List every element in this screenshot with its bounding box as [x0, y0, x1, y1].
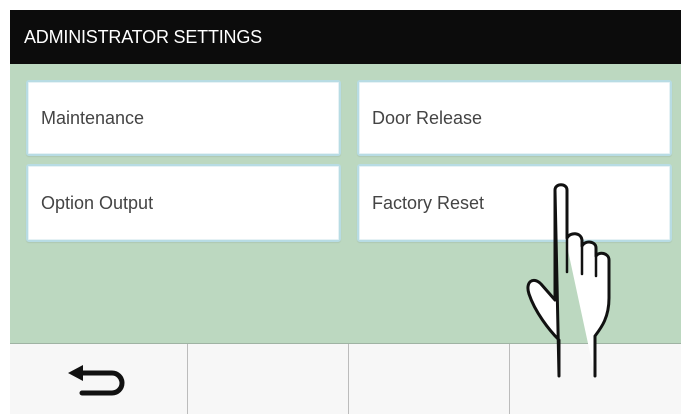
soft-key-4[interactable]: [510, 344, 681, 414]
option-output-button[interactable]: Option Output: [26, 164, 341, 242]
factory-reset-button[interactable]: Factory Reset: [357, 164, 672, 242]
back-arrow-icon: [66, 364, 132, 403]
soft-key-2[interactable]: [188, 344, 349, 414]
back-button[interactable]: [10, 344, 188, 414]
door-release-button[interactable]: Door Release: [357, 80, 672, 156]
soft-key-bar: [10, 344, 681, 414]
maintenance-button[interactable]: Maintenance: [26, 80, 341, 156]
menu-panel: Maintenance Door Release Option Output F…: [10, 64, 681, 344]
soft-key-3[interactable]: [349, 344, 510, 414]
admin-settings-screen: ADMINISTRATOR SETTINGS Maintenance Door …: [10, 10, 681, 414]
page-title: ADMINISTRATOR SETTINGS: [10, 10, 681, 64]
